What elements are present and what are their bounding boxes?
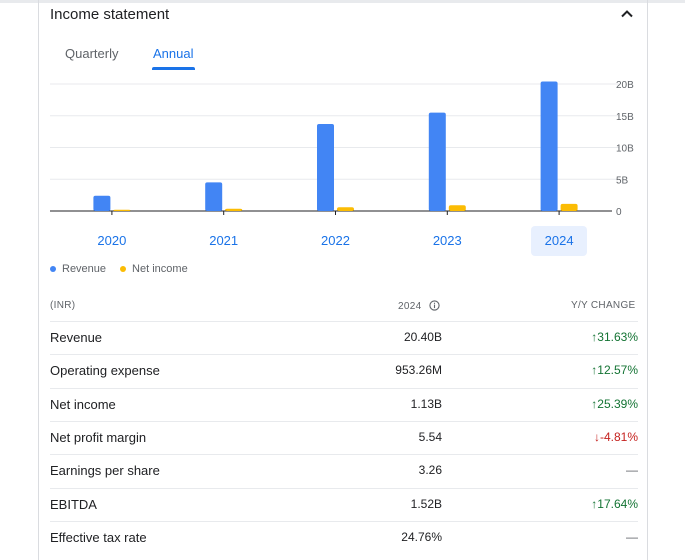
net-income-bar-2024 [560, 203, 578, 211]
row-label: Revenue [50, 330, 103, 345]
y-tick-label: 20B [616, 80, 634, 91]
row-value: 1.13B [410, 396, 442, 411]
row-label: Net income [50, 396, 116, 412]
row-value: 3.26 [418, 463, 442, 478]
revenue-bar-2021 [205, 182, 223, 211]
table-row: Net profit margin 5.54 ↓-4.81% [50, 420, 638, 455]
row-change-value: -4.81% [599, 429, 638, 444]
row-value: 1.52B [410, 496, 442, 511]
income-statement-card: Income statement Quarterly Annual 0 5B 10B… [38, 0, 648, 560]
column-header-year-label: 2024 [398, 301, 422, 312]
y-tick-label: 10B [616, 144, 634, 155]
net-income-bar-2021 [225, 208, 243, 211]
revenue-bar-2023 [428, 112, 446, 211]
revenue-bar-2020 [93, 195, 111, 211]
info-icon[interactable] [428, 300, 440, 311]
table-row: EBITDA 1.52B ↑17.64% [50, 487, 638, 522]
row-change: ↑25.39% [591, 397, 638, 411]
column-header-change: Y/Y CHANGE [571, 300, 636, 311]
row-change: — [626, 463, 638, 477]
row-change: ↓-4.81% [594, 430, 638, 444]
year-button-2021[interactable]: 2021 [196, 226, 252, 256]
table-row: Operating expense 953.26M ↑12.57% [50, 354, 638, 388]
row-change-value: 17.64% [597, 496, 638, 511]
legend-item-net-income: Net income [120, 263, 188, 275]
row-change-value: 31.63% [597, 330, 638, 344]
net-income-bar-2023 [448, 205, 466, 211]
revenue-bar-2022 [317, 124, 334, 211]
column-header-year: 2024 [398, 300, 440, 312]
row-label: Effective tax rate [50, 529, 147, 545]
net-income-bar-2022 [337, 207, 354, 211]
year-button-2022[interactable]: 2022 [308, 226, 364, 256]
year-button-2023[interactable]: 2023 [419, 226, 475, 256]
column-header-currency: (INR) [50, 300, 76, 311]
row-label: Net profit margin [50, 429, 147, 445]
row-change: ↑12.57% [591, 363, 638, 377]
row-value: 953.26M [395, 363, 442, 378]
net-income-bar-2020 [113, 209, 131, 211]
row-label: EBITDA [50, 496, 97, 512]
row-value: 24.76% [401, 529, 442, 544]
row-change-value: — [626, 463, 638, 478]
table-row: Net income 1.13B ↑25.39% [50, 387, 638, 422]
row-value: 20.40B [403, 330, 442, 344]
table-row: Effective tax rate 24.76% — [50, 520, 638, 555]
row-label: Earnings per share [50, 463, 160, 479]
table-row: Revenue 20.40B ↑31.63% [50, 321, 638, 355]
revenue-net-income-chart: 0 5B 10B 15B 20B [50, 80, 634, 218]
row-change-value: 25.39% [597, 396, 638, 411]
chart-legend: Revenue Net income [50, 263, 188, 275]
year-button-2020[interactable]: 2020 [84, 226, 140, 256]
row-change: — [626, 530, 638, 544]
y-tick-label: 5B [616, 175, 629, 186]
table-row: Earnings per share 3.26 — [50, 454, 638, 488]
year-button-2024[interactable]: 2024 [531, 226, 588, 256]
legend-label-net-income: Net income [132, 263, 188, 275]
revenue-bar-2024 [540, 81, 558, 212]
row-value: 5.54 [418, 429, 442, 444]
legend-item-revenue: Revenue [50, 263, 106, 275]
row-change: ↑31.63% [591, 330, 638, 344]
y-tick-label: 0 [616, 207, 622, 218]
legend-dot-revenue [50, 266, 56, 273]
legend-label-revenue: Revenue [62, 263, 107, 275]
y-tick-label: 15B [616, 112, 634, 123]
row-change-value: — [626, 529, 638, 544]
row-change: ↑17.64% [591, 497, 638, 511]
legend-dot-net-income [120, 266, 127, 273]
row-label: Operating expense [50, 363, 160, 379]
row-change-value: 12.57% [597, 363, 638, 378]
